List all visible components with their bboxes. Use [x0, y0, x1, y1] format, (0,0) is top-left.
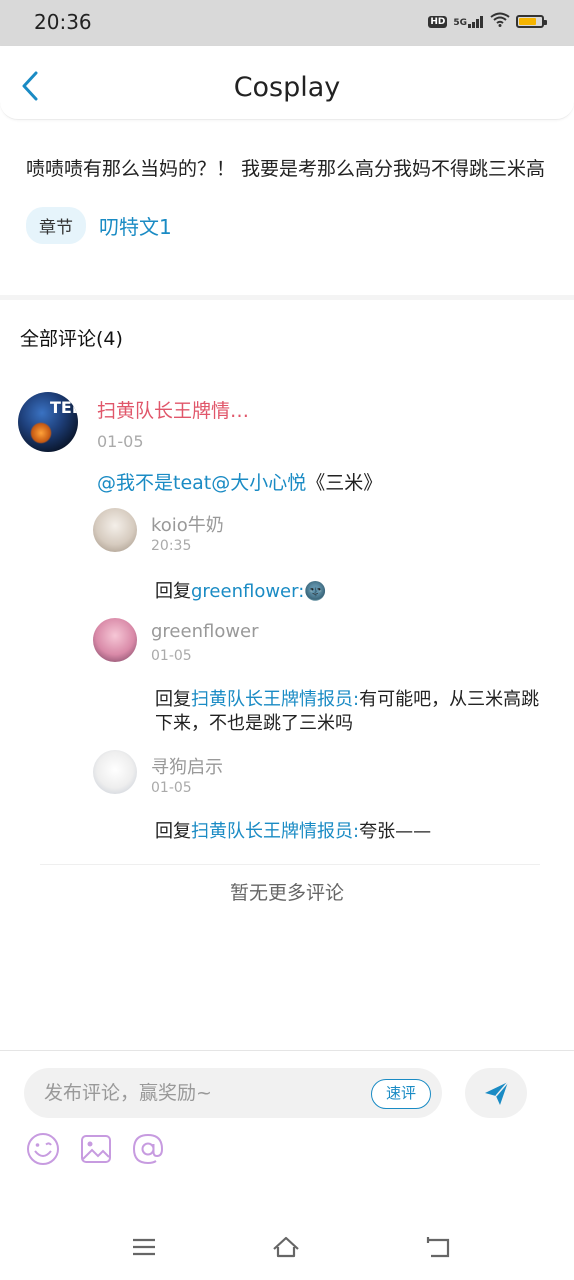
- back-icon[interactable]: [424, 1232, 454, 1262]
- reply-content: 夸张——: [359, 821, 432, 842]
- emoji-icon[interactable]: [25, 1131, 61, 1167]
- paper-plane-icon: [485, 1081, 509, 1105]
- quick-comment-button[interactable]: 速评: [370, 1079, 431, 1109]
- chapter-link[interactable]: 叨特文1: [99, 211, 172, 240]
- comment-composer: 速评: [0, 1050, 574, 1212]
- chapter-tag: 章节: [26, 207, 86, 244]
- avatar[interactable]: [93, 508, 137, 552]
- home-icon[interactable]: [271, 1232, 301, 1262]
- chapter-row: 章节 叨特文1: [26, 207, 548, 244]
- wifi-icon: [490, 12, 510, 31]
- top-navigation-bar: Cosplay: [0, 46, 574, 120]
- status-bar: 20:36 HD 5G: [0, 0, 574, 46]
- system-navigation-bar: [0, 1212, 574, 1280]
- section-divider: [0, 295, 574, 300]
- reply-content: 🌚: [304, 581, 327, 602]
- reply-date: 01-05: [151, 780, 192, 796]
- at-mention-icon[interactable]: [130, 1131, 166, 1167]
- list-end-divider: [40, 864, 540, 865]
- comment-body[interactable]: @我不是teat@大小心悦《三米》: [97, 468, 382, 495]
- comments-header: 全部评论(4): [20, 328, 123, 350]
- avatar[interactable]: [93, 750, 137, 794]
- menu-icon[interactable]: [129, 1232, 159, 1262]
- reply-date: 01-05: [151, 648, 192, 664]
- 5g-signal-icon: 5G: [453, 15, 484, 28]
- avatar[interactable]: TEL: [18, 392, 78, 452]
- 5g-label: 5G: [453, 17, 467, 28]
- reply-text[interactable]: 回复greenflower:🌚: [155, 580, 555, 604]
- reply-target[interactable]: greenflower: [191, 581, 298, 602]
- image-icon[interactable]: [78, 1131, 114, 1167]
- reply-target[interactable]: 扫黄队长王牌情报员: [191, 821, 353, 842]
- reply-prefix: 回复: [155, 581, 191, 602]
- reply-author[interactable]: koio牛奶: [151, 511, 224, 537]
- reply-item: koio牛奶 20:35 回复greenflower:🌚: [93, 508, 563, 608]
- reply-text[interactable]: 回复扫黄队长王牌情报员:夸张——: [155, 820, 555, 844]
- avatar[interactable]: [93, 618, 137, 662]
- reply-item: 寻狗启示 01-05 回复扫黄队长王牌情报员:夸张——: [93, 750, 563, 850]
- comment-mention[interactable]: @我不是teat@大小心悦: [97, 472, 306, 494]
- comment-text: 《三米》: [306, 472, 383, 494]
- no-more-comments: 暂无更多评论: [229, 882, 344, 904]
- reply-target[interactable]: 扫黄队长王牌情报员: [191, 689, 353, 710]
- comment-input-box: 速评: [24, 1068, 442, 1118]
- post-text: 啧啧啧有那么当妈的？！ 我要是考那么高分我妈不得跳三米高: [26, 158, 546, 180]
- reply-author[interactable]: 寻狗启示: [151, 753, 223, 779]
- reply-date: 20:35: [151, 538, 192, 554]
- status-icons: HD 5G: [428, 12, 547, 31]
- page-title: Cosplay: [233, 72, 341, 103]
- battery-icon: [516, 15, 547, 28]
- reply-prefix: 回复: [155, 689, 191, 710]
- reply-prefix: 回复: [155, 821, 191, 842]
- reply-item: greenflower 01-05 回复扫黄队长王牌情报员:有可能吧，从三米高跳…: [93, 618, 563, 748]
- status-time: 20:36: [34, 10, 92, 34]
- comment-date: 01-05: [97, 432, 144, 451]
- post-section: 啧啧啧有那么当妈的？！ 我要是考那么高分我妈不得跳三米高 章节 叨特文1: [0, 120, 574, 244]
- send-button[interactable]: [465, 1068, 527, 1118]
- comment-input[interactable]: [44, 1068, 354, 1118]
- comment-author[interactable]: 扫黄队长王牌情…: [97, 396, 249, 423]
- reply-text[interactable]: 回复扫黄队长王牌情报员:有可能吧，从三米高跳下来，不也是跳了三米吗: [155, 688, 555, 736]
- hd-icon: HD: [428, 15, 448, 28]
- reply-author[interactable]: greenflower: [151, 621, 259, 642]
